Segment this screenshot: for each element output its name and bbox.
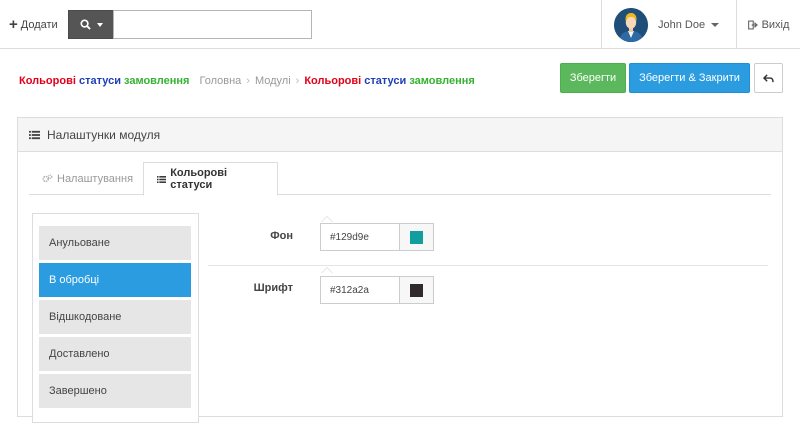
font-color-value: #312a2a bbox=[330, 284, 369, 296]
tab-color-statuses-label: Кольорові статуси bbox=[170, 167, 228, 191]
breadcrumb-separator: › bbox=[246, 75, 250, 87]
user-avatar-icon bbox=[614, 7, 648, 42]
background-color-value: #129d9e bbox=[330, 231, 369, 243]
add-label: Додати bbox=[20, 18, 58, 31]
logout-button[interactable]: Вихід bbox=[736, 0, 800, 49]
panel-header: Налаштунки модуля bbox=[18, 118, 782, 152]
breadcrumb: Кольорові статуси замовлення Головна › М… bbox=[19, 75, 475, 87]
font-color-picker[interactable] bbox=[399, 277, 433, 303]
status-list: Анульоване В обробці Відшкодоване Достав… bbox=[32, 213, 199, 423]
field-divider bbox=[208, 265, 768, 266]
tab-settings[interactable]: Налаштування bbox=[29, 162, 146, 195]
save-button[interactable]: Зберегти bbox=[560, 63, 626, 93]
chevron-down-icon bbox=[96, 22, 103, 27]
panel-title: Налаштунки модуля bbox=[47, 127, 161, 142]
user-name: John Doe bbox=[658, 19, 720, 31]
font-color-swatch bbox=[410, 283, 423, 297]
gears-icon bbox=[42, 174, 53, 183]
picker-tip bbox=[321, 216, 333, 222]
background-color-swatch bbox=[410, 230, 423, 244]
user-menu[interactable]: John Doe bbox=[601, 0, 736, 49]
breadcrumb-home[interactable]: Головна bbox=[199, 75, 241, 87]
status-item[interactable]: Доставлено bbox=[39, 337, 191, 371]
status-item[interactable]: Завершено bbox=[39, 374, 191, 408]
breadcrumb-current[interactable]: Кольорові статуси замовлення bbox=[304, 75, 474, 87]
status-item[interactable]: Анульоване bbox=[39, 226, 191, 260]
status-item[interactable]: Відшкодоване bbox=[39, 300, 191, 334]
module-settings-panel: Налаштунки модуля Налаштування Кольорові… bbox=[17, 117, 783, 423]
tab-settings-label: Налаштування bbox=[57, 172, 134, 185]
status-item[interactable]: В обробці bbox=[39, 263, 191, 297]
search-input[interactable] bbox=[113, 10, 312, 39]
breadcrumb-modules[interactable]: Модулі bbox=[255, 75, 291, 87]
avatar bbox=[614, 7, 648, 42]
tabs: Налаштування Кольорові статуси bbox=[29, 162, 771, 196]
plus-icon: + bbox=[9, 16, 18, 33]
background-color-picker[interactable] bbox=[399, 224, 433, 250]
caret-down-icon bbox=[711, 22, 720, 27]
search-dropdown-button[interactable] bbox=[68, 10, 114, 39]
top-bar: + Додати John Doe Вихід bbox=[0, 0, 800, 49]
list-icon bbox=[29, 130, 40, 139]
tab-color-statuses[interactable]: Кольорові статуси bbox=[143, 162, 278, 196]
background-color-label: Фон bbox=[270, 230, 293, 242]
list-icon bbox=[157, 175, 167, 183]
page-title: Кольорові статуси замовлення bbox=[19, 75, 190, 87]
add-button[interactable]: + Додати bbox=[9, 17, 58, 32]
font-color-label: Шрифт bbox=[253, 282, 293, 294]
back-button[interactable] bbox=[754, 63, 783, 93]
font-color-field[interactable]: #312a2a bbox=[320, 276, 434, 304]
search-icon bbox=[79, 19, 91, 30]
reply-icon bbox=[763, 73, 774, 82]
breadcrumb-separator: › bbox=[295, 75, 300, 87]
logout-label: Вихід bbox=[761, 18, 790, 31]
save-close-button[interactable]: Зберегти & Закрити bbox=[629, 63, 750, 93]
background-color-field[interactable]: #129d9e bbox=[320, 223, 434, 251]
picker-tip bbox=[321, 267, 333, 273]
sign-out-icon bbox=[747, 20, 758, 29]
